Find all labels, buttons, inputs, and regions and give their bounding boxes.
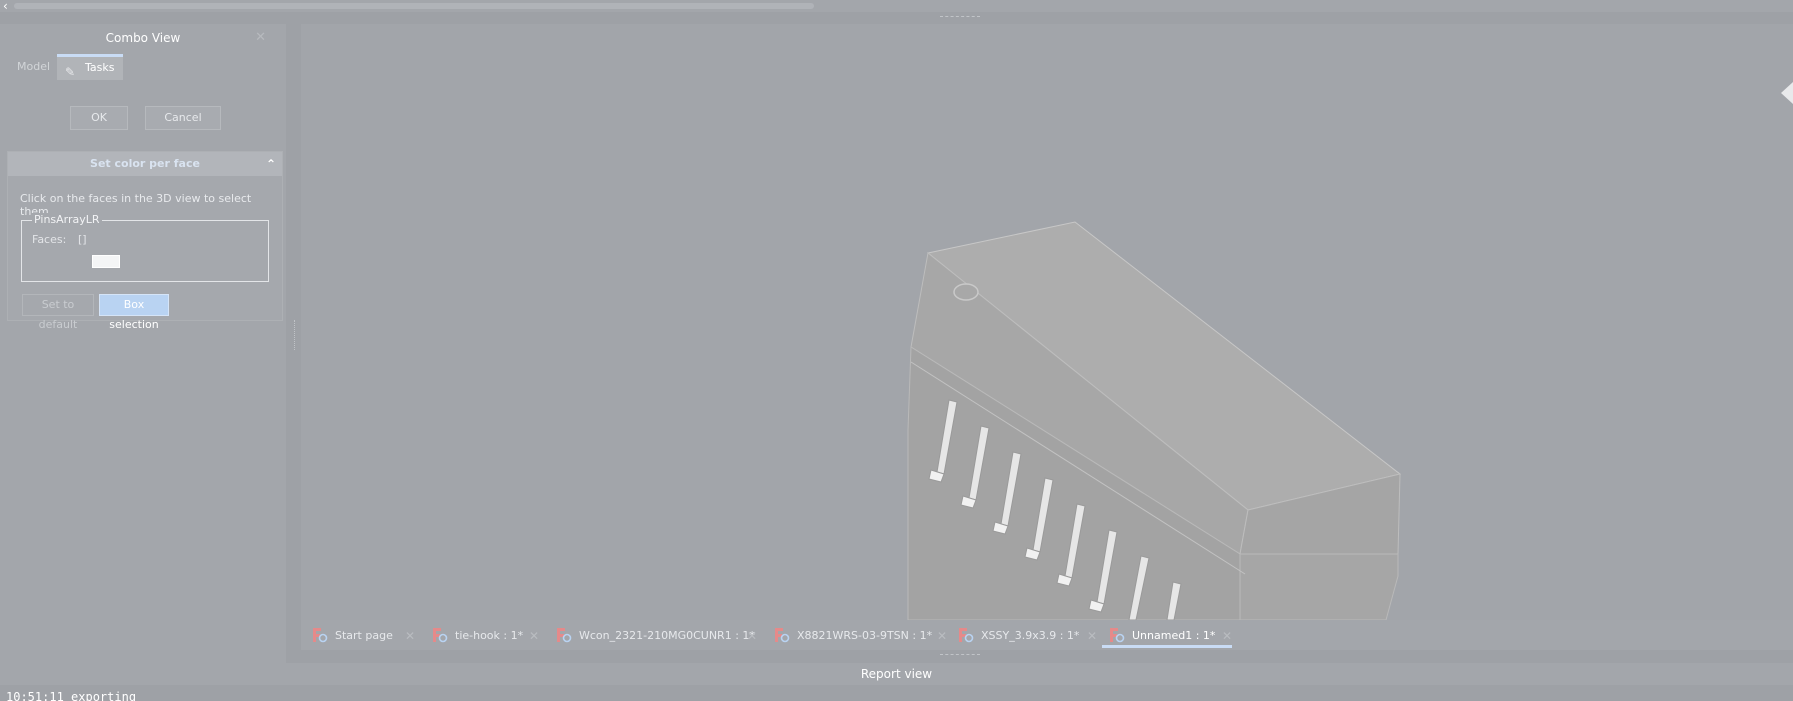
tab-tasks[interactable]: ✎ Tasks: [57, 54, 123, 80]
report-view-output[interactable]: 10:51:11 exporting: [0, 686, 1793, 701]
set-color-per-face-header[interactable]: Set color per face ⌃: [8, 152, 282, 176]
box-selection-button[interactable]: Box selection: [99, 294, 169, 331]
panel-title: Set color per face: [90, 157, 200, 170]
chevron-up-icon[interactable]: ⌃: [266, 152, 276, 176]
dock-grip-top[interactable]: [940, 16, 980, 18]
dock-grip-bottom[interactable]: [940, 654, 980, 656]
close-icon[interactable]: ✕: [937, 624, 947, 648]
doc-tab-xssy[interactable]: XSSY_3.9x3.9 : 1* ✕: [951, 624, 1097, 648]
document-tab-bar: Start page ✕ tie-hook : 1* ✕ Wcon_2321-2…: [301, 620, 1793, 650]
doc-tab-label: tie-hook : 1*: [455, 629, 524, 642]
doc-tab-wcon[interactable]: Wcon_2321-210MG0CUNR1 : 1* ✕: [549, 624, 757, 648]
doc-tab-start-page[interactable]: Start page ✕: [305, 624, 415, 648]
doc-tab-label: X8821WRS-03-9TSN : 1*: [797, 629, 933, 642]
close-icon[interactable]: ✕: [529, 624, 539, 648]
ok-button[interactable]: OK: [70, 106, 128, 130]
freecad-document-icon: [433, 628, 448, 643]
object-name: PinsArrayLR: [32, 213, 102, 226]
freecad-document-icon: [313, 628, 328, 643]
top-scrollbar[interactable]: ‹: [0, 0, 1793, 13]
report-view-title: Report view: [0, 663, 1793, 685]
close-icon[interactable]: ✕: [405, 624, 415, 648]
freecad-document-icon: [1110, 628, 1125, 643]
chip-3d-model[interactable]: [301, 24, 1793, 620]
tab-tasks-label: Tasks: [85, 61, 115, 74]
freecad-document-icon: [775, 628, 790, 643]
close-icon[interactable]: ✕: [1087, 624, 1097, 648]
pencil-icon: ✎: [65, 65, 76, 79]
doc-tab-x8821[interactable]: X8821WRS-03-9TSN : 1* ✕: [767, 624, 947, 648]
navigation-arrow-icon[interactable]: [1781, 82, 1793, 104]
color-swatch-button[interactable]: [92, 255, 120, 268]
faces-value: []: [78, 233, 87, 246]
panel-splitter[interactable]: [294, 320, 297, 350]
doc-tab-label: Wcon_2321-210MG0CUNR1 : 1*: [579, 629, 755, 642]
combo-view-panel: Combo View ✕ Model ✎ Tasks OK Cancel Set…: [0, 24, 286, 664]
faces-label: Faces:: [32, 233, 67, 246]
combo-tabs: Model ✎ Tasks: [0, 52, 286, 82]
set-color-per-face-panel: Set color per face ⌃ Click on the faces …: [7, 151, 283, 331]
object-group-box: PinsArrayLR Faces: []: [21, 213, 269, 282]
freecad-document-icon: [557, 628, 572, 643]
doc-tab-unnamed1[interactable]: Unnamed1 : 1* ✕: [1102, 624, 1232, 648]
cancel-button[interactable]: Cancel: [145, 106, 221, 130]
close-icon[interactable]: ✕: [747, 624, 757, 648]
combo-view-title: Combo View: [105, 31, 181, 45]
3d-viewport[interactable]: [301, 24, 1793, 620]
scroll-thumb[interactable]: [14, 3, 814, 9]
doc-tab-label: XSSY_3.9x3.9 : 1*: [981, 629, 1080, 642]
report-line: 10:51:11 exporting: [6, 690, 137, 701]
close-icon[interactable]: ✕: [1222, 624, 1232, 648]
tab-model[interactable]: Model: [17, 54, 50, 80]
doc-tab-tie-hook[interactable]: tie-hook : 1* ✕: [425, 624, 539, 648]
set-to-default-button[interactable]: Set to default: [22, 294, 94, 331]
scroll-left-icon[interactable]: ‹: [3, 0, 8, 13]
freecad-document-icon: [959, 628, 974, 643]
combo-view-header: Combo View ✕: [0, 24, 286, 52]
close-icon[interactable]: ✕: [255, 24, 266, 52]
doc-tab-label: Start page: [335, 629, 393, 642]
doc-tab-label: Unnamed1 : 1*: [1132, 629, 1216, 642]
